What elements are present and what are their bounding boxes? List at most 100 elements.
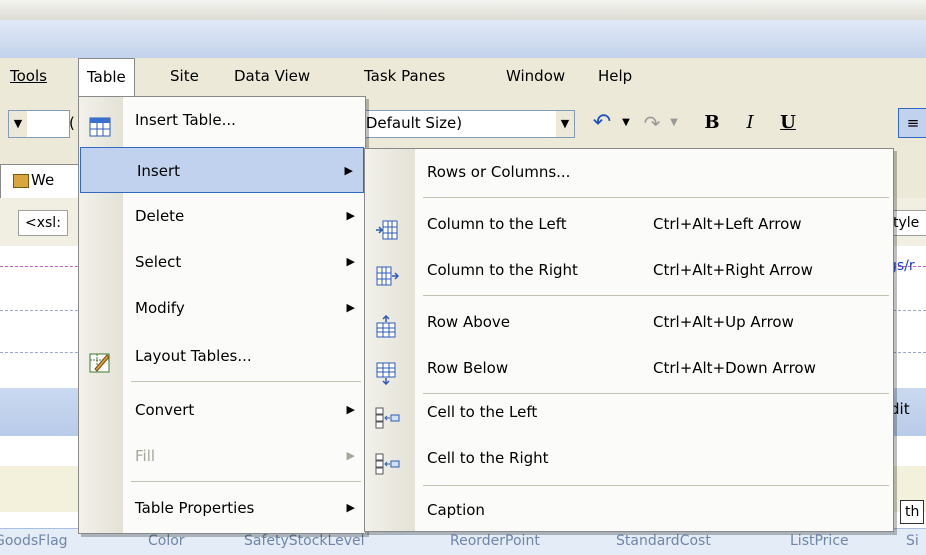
submenu-item-cell-right[interactable]: Cell to the Right [365,435,893,481]
menu-tools-label: Tools [10,67,47,85]
align-left-icon[interactable]: ≡ [898,108,926,138]
submenu-item-column-left[interactable]: Column to the Left Ctrl+Alt+Left Arrow [365,201,893,247]
menu-separator [423,197,889,198]
menu-item-label: Table Properties [135,499,255,517]
submenu-arrow-icon: ▶ [346,255,355,268]
menu-item-insert-table[interactable]: Insert Table... [79,97,365,143]
submenu-item-column-right[interactable]: Column to the Right Ctrl+Alt+Right Arrow [365,247,893,293]
menu-table-label: Table [87,68,126,86]
font-size-dropdown[interactable]: (Default Size) ▼ [352,110,575,138]
menu-item-shortcut: Ctrl+Alt+Right Arrow [653,261,813,279]
column-header: ReorderPoint [450,533,540,549]
menu-tools[interactable]: Tools [2,58,55,94]
style-dropdown[interactable]: ▼ ( [8,110,75,138]
menu-help[interactable]: Help [590,58,640,94]
menu-window-label: Window [506,67,566,85]
menu-item-label: Select [135,253,182,271]
table-menu: Insert Table... Insert ▶ Delete ▶ Select… [78,96,366,534]
cell-left-icon [375,401,400,429]
submenu-item-rows-or-columns[interactable]: Rows or Columns... [365,149,893,195]
column-header: ListPrice [790,533,849,549]
italic-button[interactable]: I [736,108,764,138]
underline-button[interactable]: U [774,108,802,138]
undo-dropdown-icon[interactable]: ▼ [618,108,634,138]
cell-right-icon [375,447,400,475]
menu-item-shortcut: Ctrl+Alt+Left Arrow [653,215,802,233]
menu-task-panes-label: Task Panes [364,67,446,85]
tag-path-item[interactable]: <xsl: [18,210,68,236]
menu-table[interactable]: Table [78,58,135,98]
document-tab-label: We [31,171,55,189]
menu-item-label: Column to the Right [427,261,578,279]
column-header: StandardCost [616,533,711,549]
submenu-arrow-icon: ▶ [346,403,355,416]
submenu-arrow-icon: ▶ [346,501,355,514]
menu-separator [131,381,361,382]
menu-item-select[interactable]: Select ▶ [79,239,365,285]
bold-button[interactable]: B [698,108,726,138]
menu-separator [131,481,361,482]
menu-item-label: Delete [135,207,185,225]
row-above-icon [375,311,397,338]
menu-item-label: Row Below [427,359,509,377]
submenu-arrow-icon: ▶ [346,209,355,222]
menu-data-view[interactable]: Data View [226,58,318,94]
column-header: Color [148,533,185,549]
submenu-arrow-icon: ▶ [346,449,355,462]
column-left-icon [375,213,398,240]
submenu-arrow-icon: ▶ [344,164,353,177]
window-top-strip [0,0,926,22]
undo-icon[interactable]: ↶ [588,108,616,138]
menu-item-label: Row Above [427,313,511,331]
menu-data-view-label: Data View [234,67,311,85]
menu-separator [423,295,889,296]
menu-item-table-properties[interactable]: Table Properties ▶ [79,485,365,531]
menu-item-fill: Fill ▶ [79,433,365,479]
menu-item-layout-tables[interactable]: Layout Tables... [79,333,365,379]
redo-dropdown-icon[interactable]: ▼ [666,108,682,138]
submenu-item-row-above[interactable]: Row Above Ctrl+Alt+Up Arrow [365,299,893,345]
menu-site-label: Site [170,67,199,85]
menu-item-label: Rows or Columns... [427,163,571,181]
submenu-item-caption[interactable]: Caption [365,487,893,533]
submenu-item-row-below[interactable]: Row Below Ctrl+Alt+Down Arrow [365,345,893,391]
style-dropdown-value: ( [69,114,75,132]
chevron-down-icon: ▼ [9,111,27,137]
menu-item-label: Modify [135,299,185,317]
row-below-icon [375,357,397,386]
menu-item-delete[interactable]: Delete ▶ [79,193,365,239]
chevron-down-icon: ▼ [556,111,574,137]
menu-item-label: Convert [135,401,195,419]
submenu-item-cell-left[interactable]: Cell to the Left [365,389,893,435]
menu-item-modify[interactable]: Modify ▶ [79,285,365,331]
menu-task-panes[interactable]: Task Panes [356,58,453,94]
menu-item-label: Layout Tables... [135,347,252,365]
document-tab[interactable]: We [0,164,82,199]
layout-tables-icon [89,345,111,373]
column-header: GoodsFlag [0,533,68,549]
menu-item-label: Insert Table... [135,111,236,129]
menu-help-label: Help [598,67,633,85]
submenu-arrow-icon: ▶ [346,301,355,314]
column-right-icon [375,259,400,286]
menu-item-insert[interactable]: Insert ▶ [80,147,364,193]
font-size-value: (Default Size) [360,114,463,132]
column-header: Si [906,533,919,549]
menu-item-label: Insert [137,162,181,180]
menu-item-label: Caption [427,501,485,519]
column-header: SafetyStockLevel [244,533,365,549]
menu-item-shortcut: Ctrl+Alt+Down Arrow [653,359,816,377]
menu-site[interactable]: Site [162,58,207,94]
menu-item-label: Cell to the Left [427,403,538,421]
menu-bar: Tools Table Site Data View Task Panes Wi… [0,58,926,99]
redo-icon[interactable]: ↷ [640,108,664,138]
web-page-icon [13,174,29,188]
menu-item-label: Fill [135,447,156,465]
menu-item-label: Column to the Left [427,215,567,233]
title-bar [0,20,926,58]
menu-item-shortcut: Ctrl+Alt+Up Arrow [653,313,794,331]
menu-window[interactable]: Window [498,58,573,94]
menu-item-convert[interactable]: Convert ▶ [79,387,365,433]
tag-fragment: th [900,500,925,524]
menu-item-label: Cell to the Right [427,449,549,467]
